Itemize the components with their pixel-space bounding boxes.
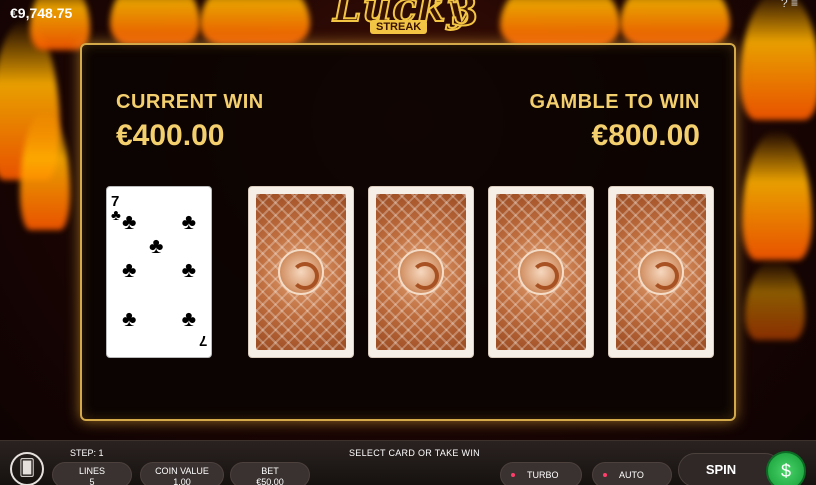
card-rank-top: 7 ♣ (111, 193, 121, 224)
gamble-to-win-label: GAMBLE TO WIN (529, 91, 700, 113)
club-pip: ♣ (181, 209, 196, 234)
club-pip: ♣ (181, 257, 196, 282)
card-emblem-icon (518, 249, 564, 295)
card-emblem-icon (638, 249, 684, 295)
take-win-cash-icon[interactable]: $ (766, 451, 806, 485)
club-pip: ♣ (122, 306, 137, 331)
bet-value: €50.00 (256, 477, 284, 485)
flame-decoration (742, 130, 812, 260)
instruction-message: SELECT CARD OR TAKE WIN (349, 448, 480, 458)
gamble-to-win-value: €800.00 (591, 119, 700, 152)
turbo-toggle[interactable]: TURBO (500, 462, 582, 485)
lines-value: 5 (89, 477, 95, 485)
coin-value-value: 1.00 (173, 477, 191, 485)
club-pip: ♣ (122, 257, 137, 282)
flame-decoration (500, 0, 620, 47)
card-back-3[interactable] (488, 186, 594, 358)
lines-selector[interactable]: LINES 5 (52, 462, 132, 485)
auto-toggle[interactable]: AUTO (592, 462, 672, 485)
card-back-2[interactable] (368, 186, 474, 358)
club-pip: ♣ (149, 233, 164, 258)
bet-label: BET (261, 466, 279, 476)
club-pip: ♣ (181, 306, 196, 331)
toggle-indicator (511, 473, 515, 477)
flame-decoration (110, 0, 200, 45)
bet-selector[interactable]: BET €50.00 (230, 462, 310, 485)
lines-label: LINES (78, 466, 105, 476)
coin-value-label: COIN VALUE (155, 466, 209, 476)
card-emblem-icon (278, 249, 324, 295)
step-indicator: STEP: 1 (70, 448, 104, 458)
current-win-label: CURRENT WIN (116, 91, 264, 113)
logo-number: 3 (449, 0, 479, 36)
balance-display: €9,748.75 (10, 5, 73, 21)
cards-menu-icon[interactable]: 🂠 (10, 452, 44, 485)
game-logo: Lucky 3 STREAK (322, 0, 482, 46)
current-win-value: €400.00 (116, 119, 225, 152)
card-emblem-icon (398, 249, 444, 295)
logo-streak-badge: STREAK (370, 20, 428, 34)
menu-icons[interactable]: ? ≡ (781, 0, 798, 10)
flame-decoration (740, 0, 816, 120)
club-pip: ♣ (122, 209, 137, 234)
flame-decoration (745, 260, 805, 340)
flame-decoration (200, 0, 310, 45)
dealer-card: 7 ♣ ♣ ♣ ♣ ♣ ♣ ♣ ♣ 7 (106, 186, 212, 358)
bottom-control-bar: STEP: 1 SELECT CARD OR TAKE WIN LINES 5 … (0, 440, 816, 485)
card-back-4[interactable] (608, 186, 714, 358)
card-rank-bottom: 7 (198, 332, 207, 349)
game-screen: €9,748.75 ? ≡ Lucky 3 STREAK CURRENT WIN… (0, 0, 816, 485)
flame-decoration (620, 0, 730, 45)
gamble-panel: CURRENT WIN €400.00 GAMBLE TO WIN €800.0… (80, 43, 736, 421)
toggle-indicator (603, 473, 607, 477)
card-back-1[interactable] (248, 186, 354, 358)
coin-value-selector[interactable]: COIN VALUE 1.00 (140, 462, 224, 485)
